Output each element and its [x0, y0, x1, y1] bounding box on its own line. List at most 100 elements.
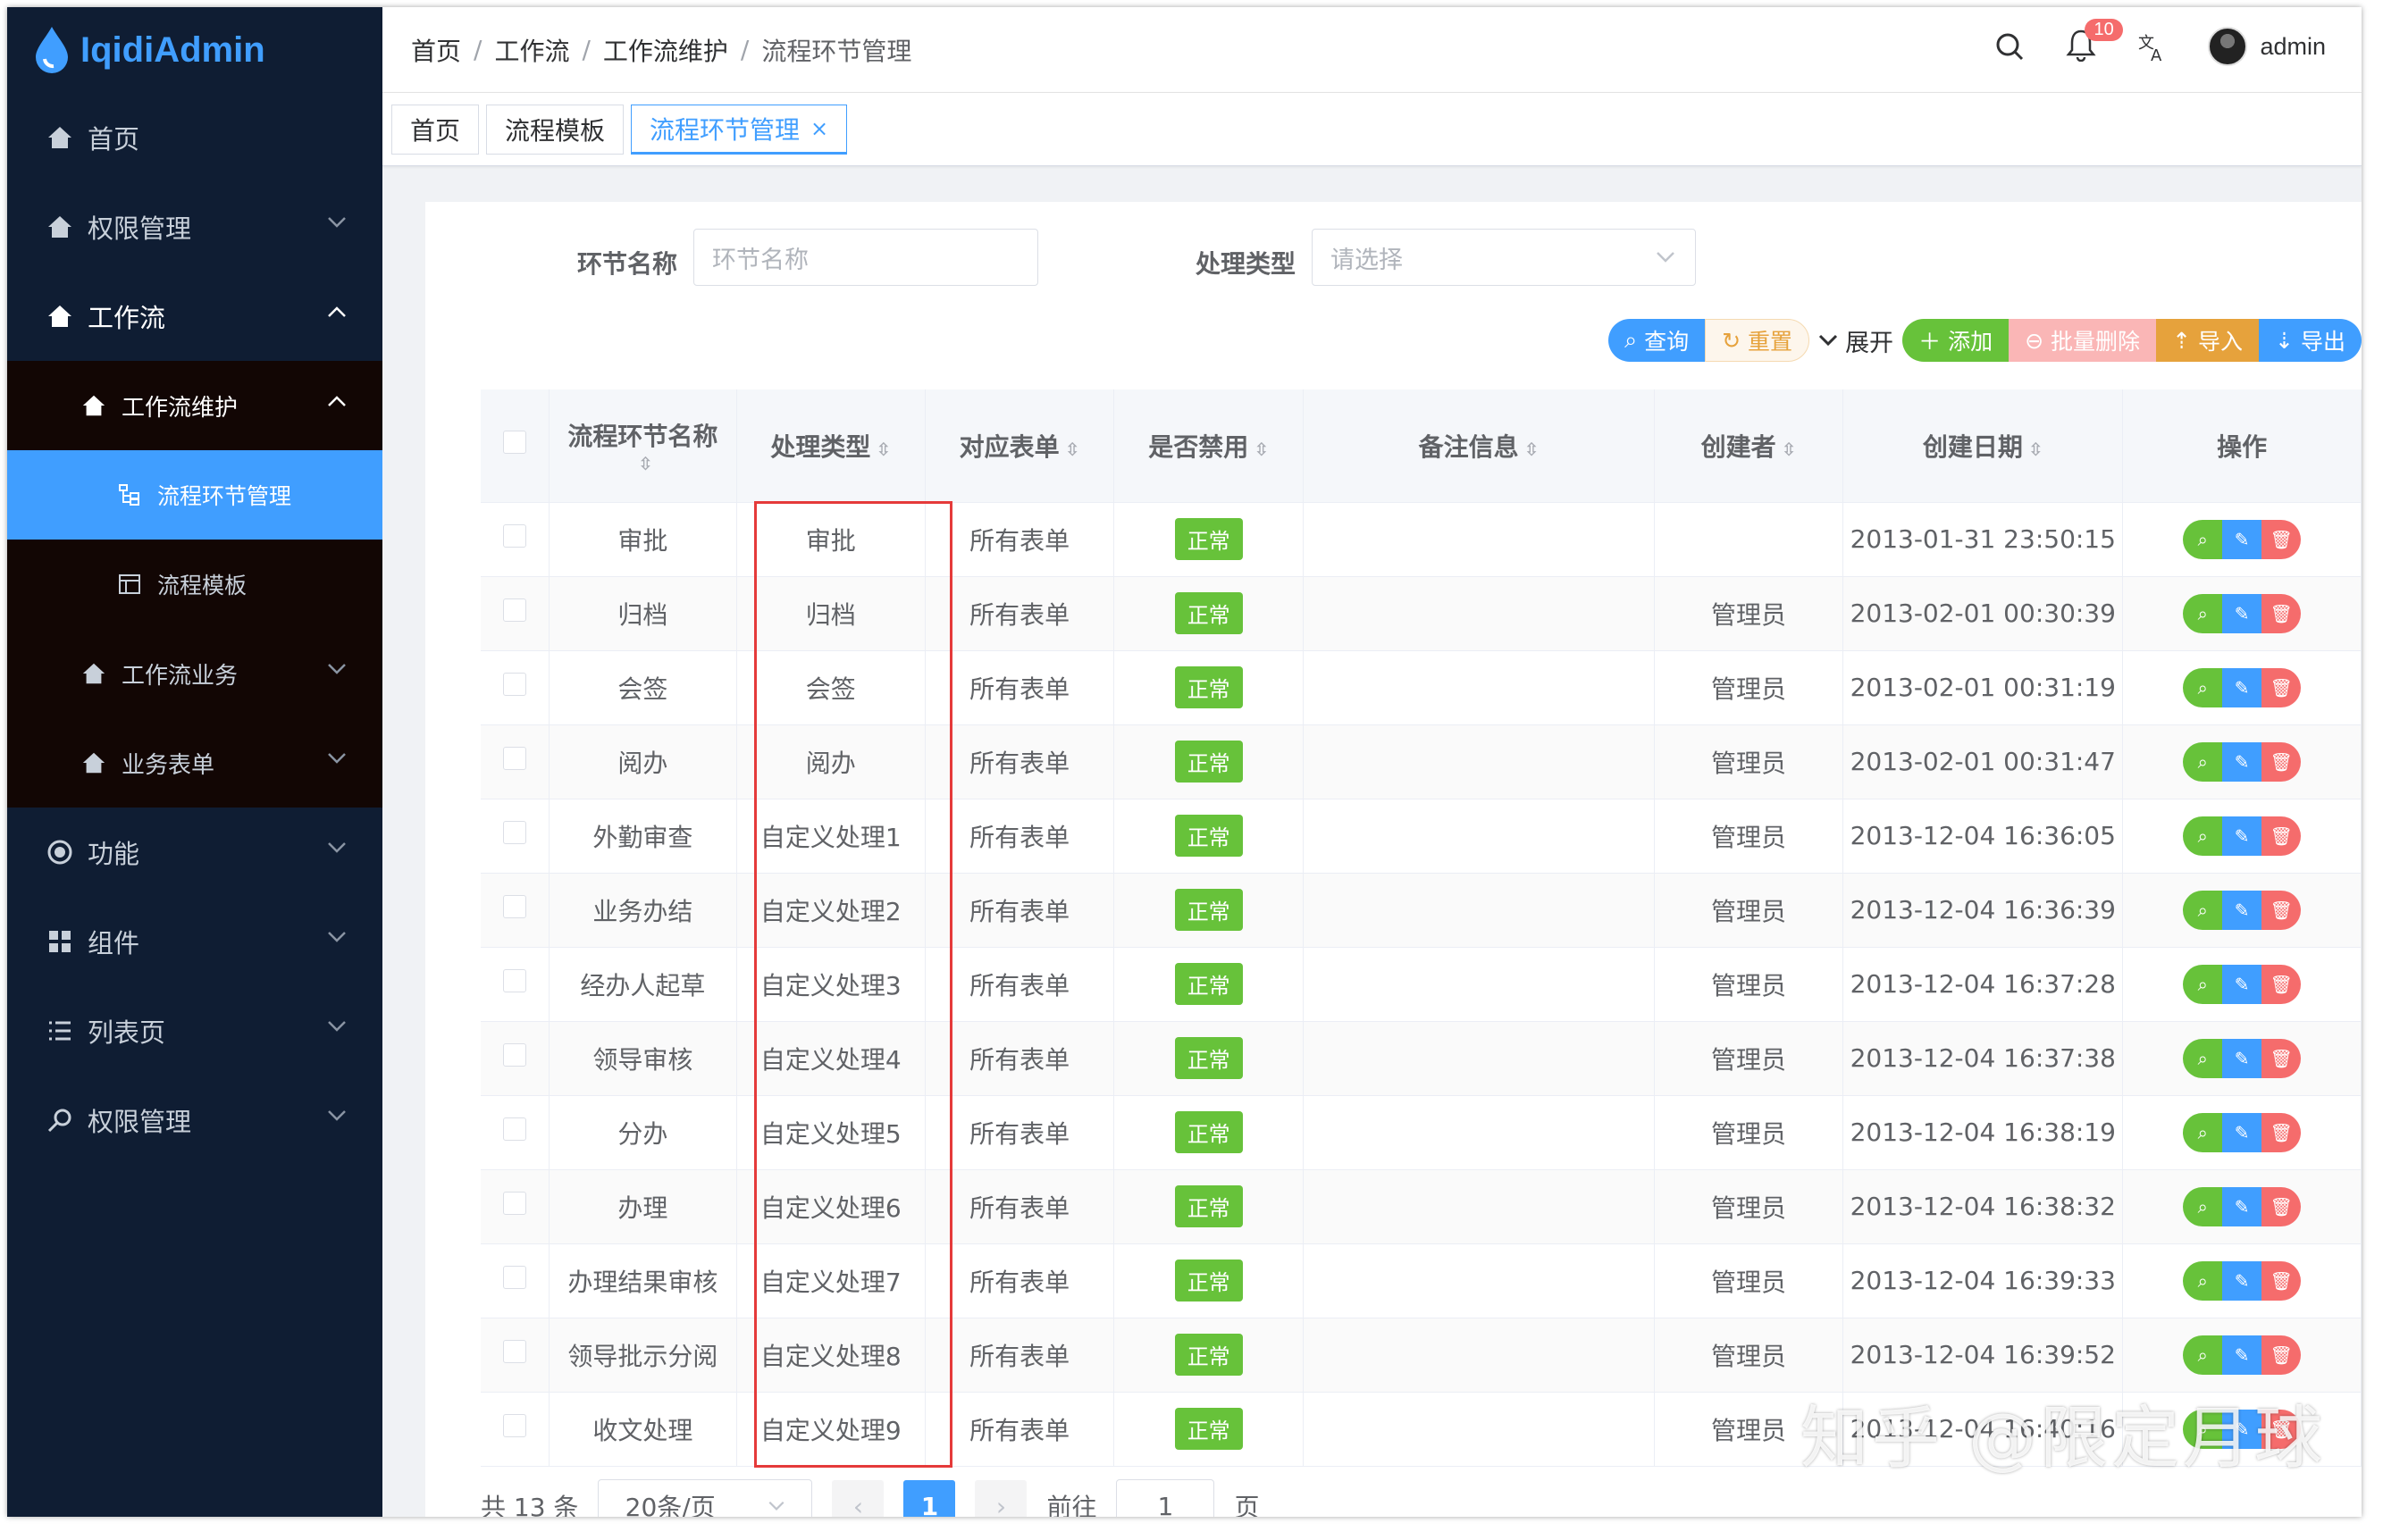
row-checkbox[interactable]	[481, 873, 550, 948]
delete-icon[interactable]: 🗑	[2261, 964, 2302, 1004]
delete-icon[interactable]: 🗑	[2261, 1038, 2302, 1078]
edit-icon[interactable]: ✎	[2222, 1112, 2262, 1152]
tag-template[interactable]: 流程模板	[486, 104, 625, 155]
row-checkbox[interactable]	[481, 650, 550, 725]
delete-icon[interactable]: 🗑	[2261, 816, 2302, 856]
menu-list-page[interactable]: 列表页	[7, 986, 382, 1075]
notification-button[interactable]: 10	[2065, 19, 2123, 65]
table-row[interactable]: 会签 会签 所有表单 正常 管理员 2013-02-01 00:31:19 ⌕ ✎ 🗑	[481, 650, 2362, 725]
view-icon[interactable]: ⌕	[2183, 1335, 2223, 1375]
table-row[interactable]: 办理 自定义处理6 所有表单 正常 管理员 2013-12-04 16:38:32 ⌕ ✎ 🗑	[481, 1169, 2362, 1244]
next-page-button[interactable]: ›	[975, 1480, 1028, 1517]
menu-node-management[interactable]: 流程环节管理	[7, 450, 382, 540]
view-icon[interactable]: ⌕	[2183, 593, 2223, 633]
sort-icon[interactable]: ⇳	[1065, 439, 1080, 460]
delete-icon[interactable]: 🗑	[2261, 741, 2302, 782]
translate-icon[interactable]: 文A	[2136, 30, 2169, 63]
edit-icon[interactable]: ✎	[2222, 1335, 2262, 1375]
expand-toggle[interactable]: 展开	[1818, 323, 1893, 358]
type-select[interactable]: 请选择	[1312, 229, 1696, 286]
delete-icon[interactable]: 🗑	[2261, 1112, 2302, 1152]
export-button[interactable]: ⇣ 导出	[2259, 319, 2362, 362]
row-checkbox[interactable]	[481, 502, 550, 577]
view-icon[interactable]: ⌕	[2183, 1260, 2223, 1301]
breadcrumb-wf-maintenance[interactable]: 工作流维护	[603, 32, 728, 68]
edit-icon[interactable]: ✎	[2222, 667, 2262, 707]
menu-function[interactable]: 功能	[7, 808, 382, 897]
breadcrumb-home[interactable]: 首页	[411, 32, 461, 68]
menu-permission[interactable]: 权限管理	[7, 182, 382, 272]
edit-icon[interactable]: ✎	[2222, 593, 2262, 633]
row-checkbox[interactable]	[481, 1392, 550, 1467]
col-date[interactable]: 创建日期 ⇳	[1842, 389, 2124, 503]
row-checkbox[interactable]	[481, 1021, 550, 1096]
delete-icon[interactable]: 🗑	[2261, 1335, 2302, 1375]
edit-icon[interactable]: ✎	[2222, 816, 2262, 856]
table-row[interactable]: 办理结果审核 自定义处理7 所有表单 正常 管理员 2013-12-04 16:39:33…	[481, 1243, 2362, 1318]
edit-icon[interactable]: ✎	[2222, 1186, 2262, 1226]
delete-icon[interactable]: 🗑	[2261, 519, 2302, 559]
menu-home[interactable]: 首页	[7, 93, 382, 182]
view-icon[interactable]: ⌕	[2183, 816, 2223, 856]
edit-icon[interactable]: ✎	[2222, 1260, 2262, 1301]
edit-icon[interactable]: ✎	[2222, 890, 2262, 930]
sort-icon[interactable]: ⇳	[1254, 439, 1269, 460]
row-checkbox[interactable]	[481, 947, 550, 1022]
view-icon[interactable]: ⌕	[2183, 1038, 2223, 1078]
col-creator[interactable]: 创建者 ⇳	[1654, 389, 1844, 503]
view-icon[interactable]: ⌕	[2183, 741, 2223, 782]
name-input[interactable]: 环节名称	[693, 229, 1038, 286]
edit-icon[interactable]: ✎	[2222, 964, 2262, 1004]
search-icon[interactable]	[1993, 30, 2026, 63]
goto-page-input[interactable]: 1	[1116, 1479, 1215, 1517]
row-checkbox[interactable]	[481, 1169, 550, 1244]
col-remark[interactable]: 备注信息 ⇳	[1303, 389, 1655, 503]
row-checkbox[interactable]	[481, 1243, 550, 1318]
breadcrumb-workflow[interactable]: 工作流	[494, 32, 569, 68]
view-icon[interactable]: ⌕	[2183, 1112, 2223, 1152]
view-icon[interactable]: ⌕	[2183, 519, 2223, 559]
reset-button[interactable]: ↻ 重置	[1705, 319, 1810, 362]
table-row[interactable]: 阅办 阅办 所有表单 正常 管理员 2013-02-01 00:31:47 ⌕ ✎ 🗑	[481, 724, 2362, 799]
tag-home[interactable]: 首页	[391, 104, 480, 155]
menu-permission-2[interactable]: 权限管理	[7, 1075, 382, 1165]
import-button[interactable]: ⇡ 导入	[2156, 319, 2260, 362]
table-row[interactable]: 外勤审查 自定义处理1 所有表单 正常 管理员 2013-12-04 16:36:05 ⌕ ✎…	[481, 799, 2362, 874]
select-all-checkbox[interactable]	[481, 389, 550, 503]
row-checkbox[interactable]	[481, 1095, 550, 1170]
view-icon[interactable]: ⌕	[2183, 667, 2223, 707]
close-icon[interactable]: ×	[810, 116, 828, 141]
view-icon[interactable]: ⌕	[2183, 1186, 2223, 1226]
table-row[interactable]: 分办 自定义处理5 所有表单 正常 管理员 2013-12-04 16:38:19 ⌕ ✎ 🗑	[481, 1095, 2362, 1170]
menu-workflow[interactable]: 工作流	[7, 272, 382, 361]
menu-wf-business[interactable]: 工作流业务	[7, 629, 382, 718]
row-checkbox[interactable]	[481, 724, 550, 799]
page-size-select[interactable]: 20条/页	[598, 1479, 813, 1517]
page-1-button[interactable]: 1	[903, 1480, 956, 1517]
table-row[interactable]: 审批 审批 所有表单 正常 2013-01-31 23:50:15 ⌕ ✎ 🗑	[481, 502, 2362, 577]
user-menu[interactable]: admin	[2208, 27, 2326, 66]
menu-template[interactable]: 流程模板	[7, 540, 382, 629]
batch-delete-button[interactable]: ⊖ 批量删除	[2009, 319, 2157, 362]
table-row[interactable]: 领导批示分阅 自定义处理8 所有表单 正常 管理员 2013-12-04 16:39:52…	[481, 1318, 2362, 1393]
table-row[interactable]: 领导审核 自定义处理4 所有表单 正常 管理员 2013-12-04 16:37:38 ⌕ ✎…	[481, 1021, 2362, 1096]
view-icon[interactable]: ⌕	[2183, 890, 2223, 930]
col-type[interactable]: 处理类型 ⇳	[736, 389, 926, 503]
sort-icon[interactable]: ⇳	[1524, 439, 1540, 460]
delete-icon[interactable]: 🗑	[2261, 890, 2302, 930]
table-row[interactable]: 经办人起草 自定义处理3 所有表单 正常 管理员 2013-12-04 16:37:28 ⌕…	[481, 947, 2362, 1022]
menu-components[interactable]: 组件	[7, 897, 382, 986]
row-checkbox[interactable]	[481, 1318, 550, 1393]
delete-icon[interactable]: 🗑	[2261, 1186, 2302, 1226]
sort-icon[interactable]: ⇳	[555, 453, 735, 474]
col-disabled[interactable]: 是否禁用 ⇳	[1113, 389, 1305, 503]
sort-icon[interactable]: ⇳	[876, 439, 891, 460]
menu-business-form[interactable]: 业务表单	[7, 718, 382, 808]
col-form[interactable]: 对应表单 ⇳	[925, 389, 1115, 503]
menu-wf-maintenance[interactable]: 工作流维护	[7, 361, 382, 450]
col-name[interactable]: 流程环节名称 ⇳	[549, 389, 737, 503]
table-row[interactable]: 归档 归档 所有表单 正常 管理员 2013-02-01 00:30:39 ⌕ ✎ 🗑	[481, 576, 2362, 651]
delete-icon[interactable]: 🗑	[2261, 1260, 2302, 1301]
edit-icon[interactable]: ✎	[2222, 1038, 2262, 1078]
table-row[interactable]: 业务办结 自定义处理2 所有表单 正常 管理员 2013-12-04 16:36:39 ⌕ ✎…	[481, 873, 2362, 948]
